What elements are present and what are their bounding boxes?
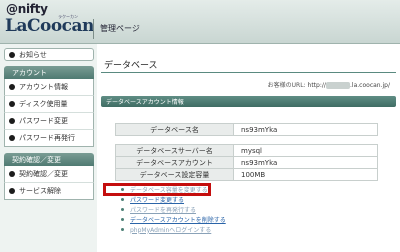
sidebar-item-news[interactable]: お知らせ [4, 48, 94, 61]
sidebar-item-label: パスワード変更 [19, 117, 68, 125]
table-row: データベース設定容量 100MB [115, 168, 378, 181]
title-rule [101, 72, 396, 73]
owner-url: お客様のURL: http://mpacha.la.coocan.jp/ [268, 80, 390, 89]
sidebar-item-label: お知らせ [19, 50, 47, 59]
list-item: データベースアカウントを削除する [121, 214, 226, 224]
bullet-icon [9, 101, 15, 107]
sidebar-item-disk-usage[interactable]: ディスク使用量 [4, 96, 94, 113]
list-item: パスワードを再発行する [121, 204, 226, 214]
table-value: ns93mYka [233, 156, 378, 169]
table-value: 100MB [233, 168, 378, 181]
bullet-icon [9, 171, 15, 177]
sidebar-group-title: 契約確認／変更 [4, 153, 94, 166]
table-row: データベースアカウント ns93mYka [115, 156, 378, 169]
section-title: データベースアカウント情報 [101, 96, 396, 107]
table-row: データベース名 ns93mYka [115, 123, 378, 136]
table-value: ns93mYka [233, 123, 378, 136]
owner-url-redacted: mpacha [325, 82, 351, 89]
sidebar-item-password-reissue[interactable]: パスワード再発行 [4, 130, 94, 147]
bullet-icon [9, 135, 15, 141]
delete-account-link[interactable]: データベースアカウントを削除する [130, 215, 226, 224]
sidebar-group-contract: 契約確認／変更 契約確認／変更 サービス解除 [0, 153, 94, 200]
header-title: 管理ページ [100, 24, 140, 33]
owner-url-label: お客様のURL: [267, 82, 306, 89]
sidebar-item-label: 契約確認／変更 [19, 170, 68, 178]
bullet-icon [121, 227, 124, 231]
sidebar-item-account-info[interactable]: アカウント情報 [4, 79, 94, 96]
table-label: データベースサーバー名 [115, 144, 234, 157]
phpmyadmin-login-link[interactable]: phpMyAdminへログインする [130, 225, 211, 234]
highlight-box [103, 183, 211, 196]
nifty-logo[interactable]: @nifty [6, 2, 48, 16]
bullet-icon [121, 197, 124, 201]
table-label: データベースアカウント [115, 156, 234, 169]
sidebar-group-title: アカウント [4, 66, 94, 79]
owner-url-suffix: .la.coocan.jp/ [350, 82, 390, 89]
reissue-password-link[interactable]: パスワードを再発行する [130, 205, 196, 214]
sidebar-item-contract[interactable]: 契約確認／変更 [4, 166, 94, 183]
sidebar-group-account: アカウント アカウント情報 ディスク使用量 パスワード変更 パスワード再発行 [0, 66, 94, 147]
bullet-icon [121, 217, 124, 221]
sidebar-item-service-cancel[interactable]: サービス解除 [4, 183, 94, 200]
sidebar: お知らせ アカウント アカウント情報 ディスク使用量 パスワード変更 パスワード… [0, 48, 94, 206]
bullet-icon [9, 84, 15, 90]
header-divider [93, 19, 94, 39]
main-content: データベース お客様のURL: http://mpacha.la.coocan.… [97, 44, 400, 252]
bullet-icon [9, 188, 15, 194]
table-value: mysql [233, 144, 378, 157]
table-label: データベース設定容量 [115, 168, 234, 181]
bullet-icon [9, 118, 15, 124]
bullet-icon [121, 207, 124, 211]
sidebar-item-label: サービス解除 [19, 187, 61, 195]
sidebar-item-label: ディスク使用量 [19, 100, 68, 108]
list-item: phpMyAdminへログインする [121, 224, 226, 234]
lacoocan-logo[interactable]: LaCoocan [5, 16, 94, 36]
table-row: データベースサーバー名 mysql [115, 144, 378, 157]
page-title: データベース [104, 61, 158, 71]
database-name-table: データベース名 ns93mYka [115, 123, 378, 136]
header: @nifty ラクーカン LaCoocan 管理ページ [0, 0, 400, 44]
sidebar-item-label: パスワード再発行 [19, 134, 75, 142]
sidebar-item-password-change[interactable]: パスワード変更 [4, 113, 94, 130]
owner-url-prefix: http:// [307, 82, 326, 89]
table-label: データベース名 [115, 123, 234, 136]
bullet-icon [9, 51, 15, 58]
sidebar-item-label: アカウント情報 [19, 83, 68, 91]
database-details-table: データベースサーバー名 mysql データベースアカウント ns93mYka デ… [115, 144, 378, 181]
